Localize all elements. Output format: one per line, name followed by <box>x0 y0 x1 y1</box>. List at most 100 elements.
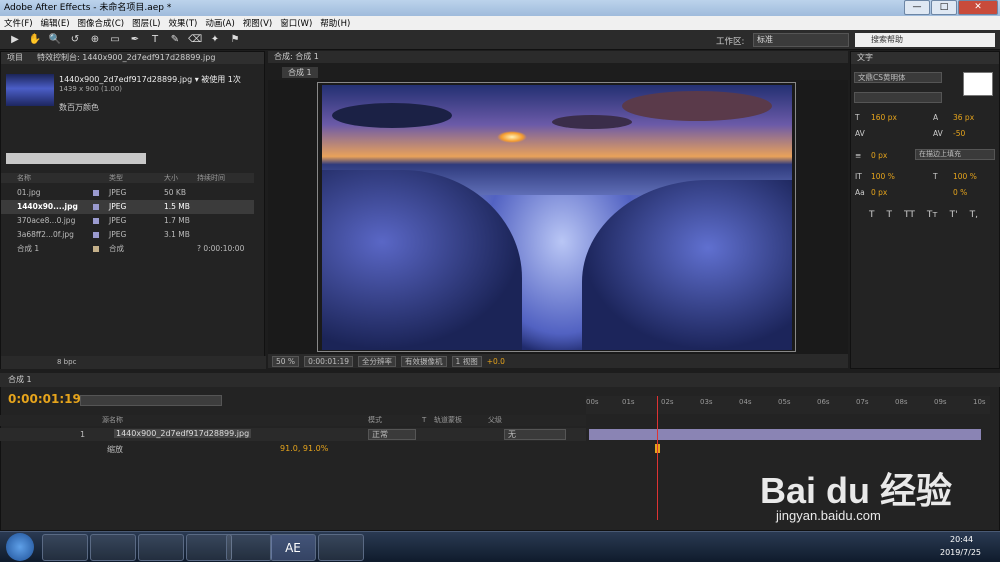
project-item[interactable]: 合成 1 合成 ? 0:00:10:00 <box>1 242 254 256</box>
resolution-select[interactable]: 全分辨率 <box>358 355 397 367</box>
bpc-button[interactable]: 8 bpc <box>57 358 76 366</box>
col-trkmat[interactable]: 轨道蒙板 <box>434 415 462 426</box>
faux-italic-button[interactable]: T <box>887 210 893 220</box>
zoom-select[interactable]: 50 % <box>272 355 300 367</box>
header-type[interactable]: 类型 <box>109 173 123 183</box>
layer-duration-bar[interactable] <box>589 429 981 440</box>
close-button[interactable]: ✕ <box>958 0 998 15</box>
zoom-tool-icon[interactable]: 🔍 <box>48 33 62 47</box>
menu-layer[interactable]: 图层(L) <box>128 17 164 29</box>
minimize-button[interactable]: — <box>904 0 930 15</box>
timeline-timecode[interactable]: 0:00:01:19 <box>8 392 81 406</box>
viewer-timecode[interactable]: 0:00:01:19 <box>304 355 354 367</box>
pin-tool-icon[interactable]: ⚑ <box>228 33 242 47</box>
menu-view[interactable]: 视图(V) <box>239 17 276 29</box>
menu-window[interactable]: 窗口(W) <box>276 17 316 29</box>
workspace-select[interactable]: 标准 <box>753 33 849 47</box>
stroke-width-value[interactable]: 0 px <box>871 151 887 160</box>
menu-help[interactable]: 帮助(H) <box>316 17 354 29</box>
tab-composition[interactable]: 合成: 合成 1 <box>274 51 319 63</box>
tsume-value[interactable]: 0 % <box>953 188 967 197</box>
firefox-icon[interactable] <box>138 534 184 561</box>
faux-bold-button[interactable]: T <box>869 210 875 220</box>
anchor-tool-icon[interactable]: ⊕ <box>88 33 102 47</box>
rotate-tool-icon[interactable]: ↺ <box>68 33 82 47</box>
maximize-button[interactable]: □ <box>931 0 957 15</box>
project-item[interactable]: 3a68ff2...0f.jpg JPEG 3.1 MB <box>1 228 254 242</box>
font-style-select[interactable] <box>854 92 942 103</box>
baseline-value[interactable]: 0 px <box>871 188 887 197</box>
viewer-tab-bar: 合成: 合成 1 <box>268 51 848 63</box>
menu-file[interactable]: 文件(F) <box>0 17 37 29</box>
tab-project[interactable]: 项目 <box>7 52 23 64</box>
current-time-indicator[interactable] <box>657 396 658 520</box>
font-size-value[interactable]: 160 px <box>871 113 897 122</box>
col-source-name[interactable]: 源名称 <box>102 415 123 426</box>
timeline-search-input[interactable] <box>80 395 222 406</box>
menu-effect[interactable]: 效果(T) <box>165 17 202 29</box>
header-name[interactable]: 名称 <box>17 173 31 183</box>
font-select[interactable]: 文鼎CS黄明体 <box>854 72 942 83</box>
pen-tool-icon[interactable]: ✒ <box>128 33 142 47</box>
item-type: JPEG <box>109 230 127 239</box>
layer-row[interactable]: 1 1440x900_2d7edf917d28899.jpg 正常 无 <box>0 428 586 441</box>
window-title: Adobe After Effects - 未命名项目.aep * <box>4 3 172 13</box>
camera-select[interactable]: 有效摄像机 <box>401 355 447 367</box>
header-duration[interactable]: 持续时间 <box>197 173 225 183</box>
ruler-tick: 03s <box>700 398 713 406</box>
windows-taskbar: AE 20:44 2019/7/25 <box>0 531 1000 562</box>
clock-time[interactable]: 20:44 <box>950 535 973 544</box>
horizontal-scale-value[interactable]: 100 % <box>953 172 977 181</box>
stroke-mode-select[interactable]: 在描边上填充 <box>915 149 995 160</box>
rectangle-tool-icon[interactable]: ▭ <box>108 33 122 47</box>
type-tool-icon[interactable]: T <box>148 33 162 47</box>
tracking-value[interactable]: -50 <box>953 129 965 138</box>
fill-color-swatch[interactable] <box>963 72 993 96</box>
layer-mode-select[interactable]: 正常 <box>368 429 416 440</box>
tab-character[interactable]: 文字 <box>857 52 873 64</box>
header-size[interactable]: 大小 <box>164 173 178 183</box>
selection-tool-icon[interactable]: ▶ <box>8 33 22 47</box>
superscript-button[interactable]: T' <box>950 210 958 220</box>
small-caps-button[interactable]: Tт <box>927 210 938 220</box>
menu-animation[interactable]: 动画(A) <box>201 17 238 29</box>
composition-subtab[interactable]: 合成 1 <box>282 67 318 78</box>
clock-date[interactable]: 2019/7/25 <box>940 548 981 557</box>
character-panel: 文字 文鼎CS黄明体 T 160 px A 36 px AV AV -50 ≡ … <box>850 51 1000 369</box>
puppet-tool-icon[interactable]: ✦ <box>208 33 222 47</box>
after-effects-taskbar-button[interactable]: AE <box>270 534 316 561</box>
media-player-icon[interactable] <box>42 534 88 561</box>
all-caps-button[interactable]: TT <box>904 210 915 220</box>
col-parent[interactable]: 父级 <box>488 415 502 426</box>
project-search-input[interactable] <box>6 153 146 164</box>
scale-value[interactable]: 91.0, 91.0% <box>280 444 328 453</box>
col-t[interactable]: T <box>422 415 426 426</box>
ruler-tick: 02s <box>661 398 674 406</box>
col-mode[interactable]: 模式 <box>368 415 382 426</box>
green-app-icon[interactable] <box>226 534 272 561</box>
exposure-value[interactable]: +0.0 <box>487 357 505 366</box>
brush-tool-icon[interactable]: ✎ <box>168 33 182 47</box>
project-item[interactable]: 370ace8...0.jpg JPEG 1.7 MB <box>1 214 254 228</box>
explorer-icon[interactable] <box>90 534 136 561</box>
menu-composition[interactable]: 图像合成(C) <box>74 17 129 29</box>
tab-comp-1[interactable]: 合成 1 <box>8 375 32 384</box>
tab-effect-controls[interactable]: 特效控制台: 1440x900_2d7edf917d28899.jpg <box>37 52 215 64</box>
views-select[interactable]: 1 视图 <box>451 355 482 367</box>
notepad-icon[interactable] <box>318 534 364 561</box>
help-search-input[interactable]: 搜索帮助 <box>855 33 995 47</box>
subscript-button[interactable]: T, <box>970 210 978 220</box>
start-button[interactable] <box>6 533 34 561</box>
layer-name[interactable]: 1440x900_2d7edf917d28899.jpg <box>114 429 252 438</box>
kerning-icon: AV <box>855 129 865 138</box>
menu-edit[interactable]: 编辑(E) <box>37 17 74 29</box>
project-item[interactable]: 1440x90....jpg JPEG 1.5 MB <box>1 200 254 214</box>
time-ruler[interactable]: 00s 01s 02s 03s 04s 05s 06s 07s 08s 09s … <box>586 396 990 414</box>
vertical-scale-value[interactable]: 100 % <box>871 172 895 181</box>
eraser-tool-icon[interactable]: ⌫ <box>188 33 202 47</box>
hand-tool-icon[interactable]: ✋ <box>28 33 42 47</box>
leading-value[interactable]: 36 px <box>953 113 974 122</box>
menu-bar: 文件(F) 编辑(E) 图像合成(C) 图层(L) 效果(T) 动画(A) 视图… <box>0 16 1000 30</box>
project-item[interactable]: 01.jpg JPEG 50 KB <box>1 186 254 200</box>
layer-parent-select[interactable]: 无 <box>504 429 566 440</box>
